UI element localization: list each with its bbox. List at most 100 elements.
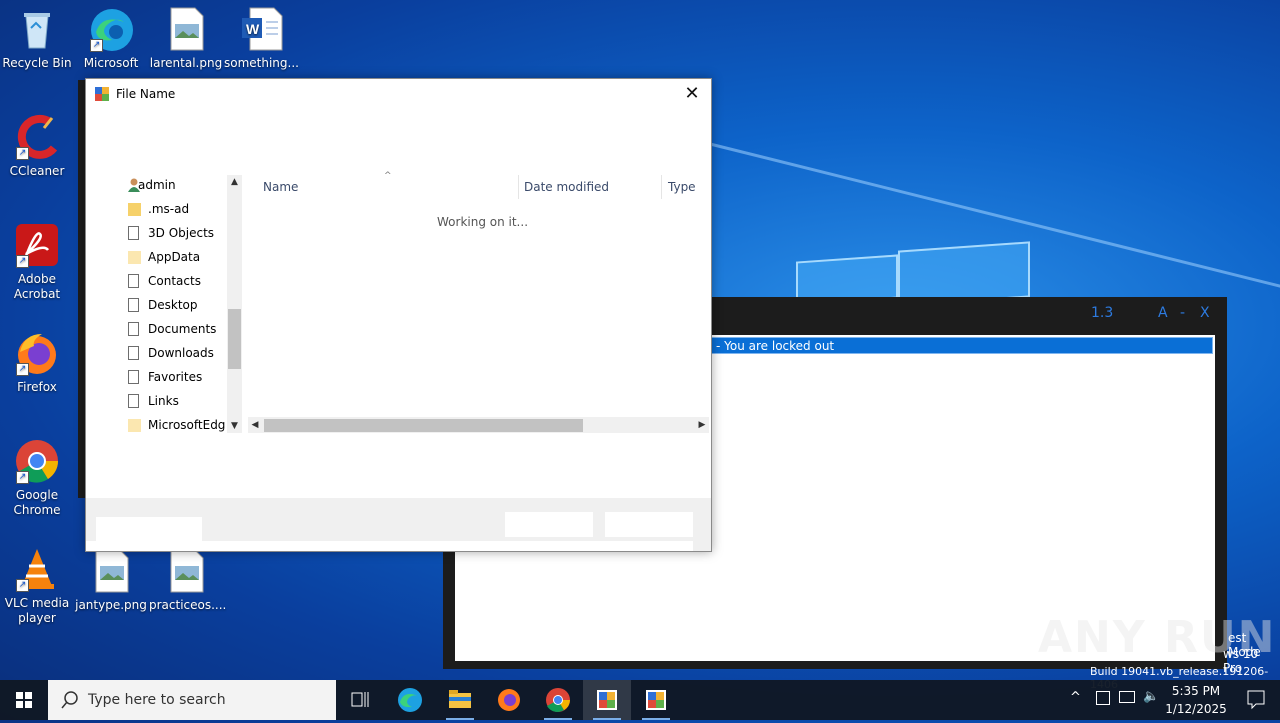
file-list-hscrollbar[interactable]: ◀ ▶ [248, 417, 709, 433]
taskbar-search-box[interactable]: Type here to search [48, 680, 336, 720]
shortcut-arrow-icon: ↗ [90, 39, 103, 52]
desktop-icon-practiceos[interactable]: practiceos.... [149, 548, 226, 613]
volume-icon[interactable]: 🔈 [1143, 689, 1159, 704]
desktop-icon-larental[interactable]: larental.png [149, 6, 223, 71]
svg-text:W: W [246, 21, 260, 37]
desktop-icon-firefox[interactable]: ↗ Firefox [0, 330, 74, 395]
nav-item-label: admin [138, 178, 176, 192]
chrome-icon [546, 688, 570, 712]
column-header-type[interactable]: Type [668, 180, 696, 194]
sort-ascending-icon: ^ [384, 171, 392, 181]
nav-item-label: Favorites [148, 370, 203, 384]
navigation-scrollbar[interactable]: ▲ ▼ [227, 175, 242, 433]
chrome-icon: ↗ [14, 438, 60, 484]
recycle-bin-icon [14, 6, 60, 52]
desktop-icon-label: Microsoft Edge [83, 56, 139, 70]
nav-item-label: Links [148, 394, 179, 408]
image-file-icon [88, 548, 134, 594]
network-icon[interactable] [1096, 691, 1110, 705]
task-view-button[interactable] [336, 680, 384, 720]
firefox-icon [498, 689, 520, 711]
close-icon[interactable]: ✕ [679, 83, 705, 105]
app-icon [597, 690, 617, 710]
cancel-button[interactable] [605, 512, 693, 537]
taskbar-app-active[interactable] [583, 680, 631, 720]
file-icon [128, 370, 139, 384]
taskbar-edge[interactable] [386, 680, 434, 720]
clock-date[interactable]: 1/12/2025 [1164, 702, 1228, 716]
desktop-icon-ccleaner[interactable]: ↗ CCleaner [0, 114, 74, 179]
desktop-icon-google-chrome[interactable]: ↗ Google Chrome [0, 438, 74, 518]
adobe-acrobat-icon: ↗ [14, 222, 60, 268]
shortcut-arrow-icon: ↗ [16, 363, 29, 376]
column-header-date-modified[interactable]: Date modified [524, 180, 609, 194]
scroll-down-icon[interactable]: ▼ [227, 419, 242, 433]
desktop-icon-word-doc[interactable]: W something... [224, 6, 299, 71]
display-icon[interactable] [1119, 691, 1135, 703]
file-icon [128, 274, 139, 288]
close-button[interactable]: X [1200, 305, 1210, 321]
notifications-button[interactable] [1232, 680, 1280, 720]
minimize-button[interactable]: - [1180, 305, 1185, 321]
filename-field[interactable] [96, 517, 202, 542]
scroll-left-icon[interactable]: ◀ [248, 417, 262, 433]
taskbar-file-explorer[interactable] [436, 680, 484, 720]
shortcut-arrow-icon: ↗ [16, 255, 29, 268]
footer-strip [86, 541, 693, 551]
search-icon [61, 691, 78, 709]
version-label: 1.3 [1091, 305, 1114, 321]
open-button[interactable] [505, 512, 593, 537]
desktop-icon-adobe-acrobat[interactable]: ↗ Adobe Acrobat [0, 222, 74, 302]
a-button[interactable]: A [1158, 305, 1168, 321]
nav-item-label: Documents [148, 322, 217, 336]
edge-icon: ↗ [88, 6, 134, 52]
desktop-icon-recycle-bin[interactable]: Recycle Bin [0, 6, 74, 71]
taskbar-firefox[interactable] [485, 680, 533, 720]
notification-icon [1247, 690, 1265, 710]
folder-icon [128, 203, 141, 216]
start-button[interactable] [0, 680, 48, 720]
desktop-icon-label: something... [224, 56, 299, 70]
desktop-icon-label: jantype.png [75, 598, 147, 612]
file-icon [128, 394, 139, 408]
taskbar-app-2[interactable] [632, 680, 680, 720]
nav-item-label: 3D Objects [148, 226, 215, 240]
folder-icon [128, 419, 141, 432]
firefox-icon: ↗ [14, 330, 60, 376]
scrollbar-thumb[interactable] [264, 419, 583, 432]
nav-item-label: MicrosoftEdge [148, 418, 226, 432]
vlc-icon: ↗ [14, 546, 60, 592]
desktop-icon-vlc[interactable]: ↗ VLC media player [0, 546, 74, 626]
image-file-icon [163, 6, 209, 52]
taskbar-chrome[interactable] [534, 680, 582, 720]
nav-item-label: .ms-ad [148, 202, 190, 216]
shortcut-arrow-icon: ↗ [16, 471, 29, 484]
dialog-app-icon [95, 87, 109, 101]
show-hidden-icons-button[interactable]: ^ [1070, 690, 1081, 705]
scroll-up-icon[interactable]: ▲ [227, 175, 242, 189]
file-icon [128, 298, 139, 312]
desktop-icon-label: CCleaner [9, 164, 65, 178]
word-document-icon: W [238, 6, 284, 52]
folder-icon [128, 251, 141, 264]
clock-time[interactable]: 5:35 PM [1168, 684, 1224, 698]
locked-message-row[interactable]: - You are locked out [711, 337, 1213, 354]
nav-item-label: Downloads [148, 346, 214, 360]
desktop-icon-jantype[interactable]: jantype.png [74, 548, 148, 613]
desktop-icon-edge[interactable]: ↗ Microsoft Edge [74, 6, 148, 71]
app-icon [646, 690, 666, 710]
task-view-icon [351, 692, 369, 707]
ccleaner-icon: ↗ [14, 114, 60, 160]
column-header-name[interactable]: Name [263, 180, 298, 194]
column-divider [661, 175, 662, 199]
file-name-dialog: File Name ✕ admin .ms-ad 3D Objects AppD… [85, 78, 712, 552]
nav-item-label: AppData [148, 250, 201, 264]
file-explorer-icon [449, 690, 471, 708]
scroll-right-icon[interactable]: ▶ [695, 417, 709, 433]
image-file-icon [163, 548, 209, 594]
file-icon [128, 226, 139, 240]
desktop-icon-label: larental.png [149, 56, 223, 70]
scrollbar-thumb[interactable] [228, 309, 241, 369]
column-divider [518, 175, 519, 199]
shortcut-arrow-icon: ↗ [16, 579, 29, 592]
